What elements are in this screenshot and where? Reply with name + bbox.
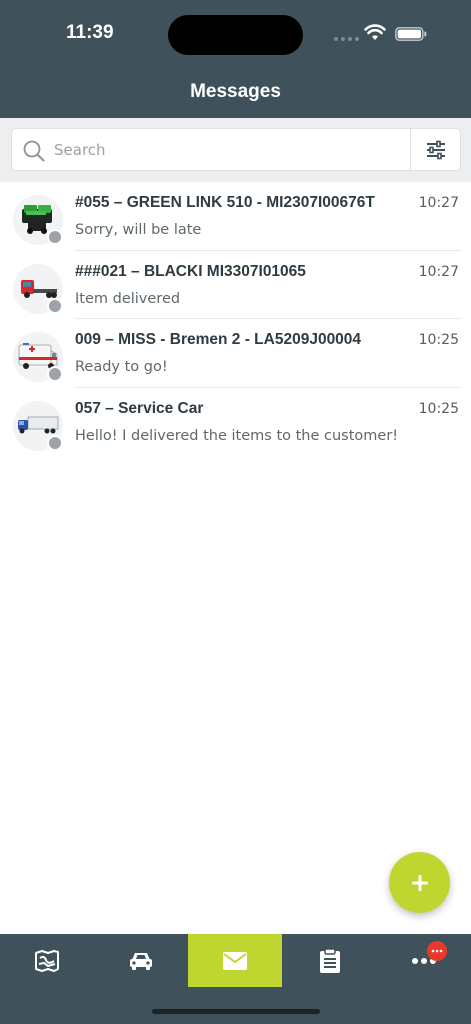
message-title: 009 – MISS - Bremen 2 - LA5209J00004 [75, 331, 362, 348]
car-icon [130, 952, 152, 970]
message-time: 10:25 [418, 332, 459, 348]
tab-tasks[interactable] [283, 934, 377, 987]
search-icon [23, 140, 45, 162]
app-header: 11:39 Messages [0, 0, 471, 118]
message-row[interactable]: 057 – Service Car 10:25 Hello! I deliver… [0, 388, 471, 457]
envelope-icon [223, 951, 247, 970]
tab-more[interactable] [377, 934, 471, 987]
message-time: 10:25 [418, 400, 459, 417]
message-row[interactable]: #055 – GREEN LINK 510 - MI2307I00676T 10… [0, 182, 471, 251]
home-indicator [152, 1009, 320, 1014]
message-time: 10:27 [418, 263, 459, 280]
message-row[interactable]: ###021 – BLACKI MI3307I01065 10:27 Item … [0, 251, 471, 319]
cellular-signal-icon [334, 37, 359, 41]
page-title: Messages [190, 81, 281, 102]
filter-button[interactable] [410, 129, 460, 170]
avatar [13, 400, 63, 451]
message-title: ###021 – BLACKI MI3307I01065 [75, 262, 306, 280]
message-list: #055 – GREEN LINK 510 - MI2307I00676T 10… [0, 182, 471, 456]
message-preview: Hello! I delivered the items to the cust… [75, 427, 399, 444]
message-preview: Ready to go! [75, 359, 168, 375]
message-row[interactable]: 009 – MISS - Bremen 2 - LA5209J00004 10:… [0, 319, 471, 388]
message-title: 057 – Service Car [75, 399, 204, 417]
tab-messages[interactable] [188, 934, 282, 987]
status-dot [47, 434, 63, 451]
message-title: #055 – GREEN LINK 510 - MI2307I00676T [75, 194, 375, 211]
search-bar [0, 118, 471, 182]
map-icon [35, 949, 59, 972]
new-message-button[interactable] [389, 852, 450, 913]
avatar [13, 332, 63, 382]
badge-dots-icon [431, 949, 443, 953]
message-time: 10:27 [418, 195, 459, 211]
sliders-icon [426, 140, 445, 159]
status-dot [47, 297, 63, 314]
status-dot [47, 229, 63, 245]
dynamic-island [168, 15, 303, 55]
message-preview: Sorry, will be late [75, 222, 202, 238]
wifi-icon [364, 24, 386, 40]
plus-icon [411, 874, 428, 891]
tab-vehicles[interactable] [94, 934, 188, 987]
status-time: 11:39 [66, 22, 114, 43]
search-box [11, 128, 461, 171]
avatar [13, 263, 63, 314]
avatar [13, 195, 63, 245]
clipboard-icon [320, 947, 340, 973]
battery-icon [395, 27, 427, 41]
status-dot [47, 366, 63, 382]
search-input[interactable] [54, 129, 404, 170]
message-preview: Item delivered [75, 290, 181, 307]
tab-map[interactable] [0, 934, 94, 987]
notification-badge [427, 941, 447, 961]
